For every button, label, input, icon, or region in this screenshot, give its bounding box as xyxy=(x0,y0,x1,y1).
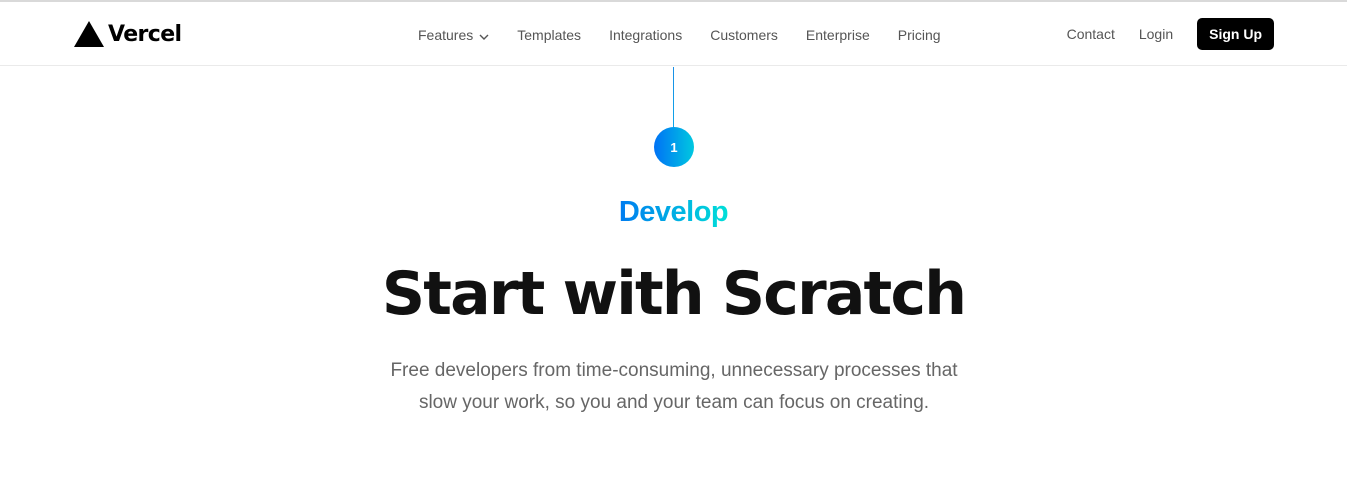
hero-description: Free developers from time-consuming, unn… xyxy=(374,355,974,419)
triangle-logo-icon xyxy=(74,21,104,47)
hero-description-line-1: Free developers from time-consuming, unn… xyxy=(390,360,958,381)
hero-title: Start with Scratch xyxy=(381,259,967,329)
sign-up-button[interactable]: Sign Up xyxy=(1197,18,1274,50)
section-eyebrow: Develop xyxy=(0,196,1347,229)
section-eyebrow-text: Develop xyxy=(618,196,729,228)
nav-customers[interactable]: Customers xyxy=(710,27,778,43)
main-nav: Features Templates Integrations Customer… xyxy=(418,24,941,46)
step-connector-line xyxy=(673,67,674,129)
contact-link[interactable]: Contact xyxy=(1067,26,1115,42)
brand-logo[interactable]: Vercel xyxy=(74,18,182,50)
nav-templates[interactable]: Templates xyxy=(517,27,581,43)
chevron-down-icon xyxy=(479,27,489,43)
step-number-badge: 1 xyxy=(654,127,694,167)
nav-features-label: Features xyxy=(418,27,474,43)
nav-integrations[interactable]: Integrations xyxy=(609,27,682,43)
nav-pricing[interactable]: Pricing xyxy=(898,27,941,43)
nav-features[interactable]: Features xyxy=(418,27,489,43)
top-navbar: Vercel Features Templates Integrations C… xyxy=(0,2,1347,66)
nav-enterprise[interactable]: Enterprise xyxy=(806,27,870,43)
brand-name: Vercel xyxy=(108,21,182,47)
hero-description-line-2: slow your work, so you and your team can… xyxy=(418,392,930,413)
account-nav: Contact Login Sign Up xyxy=(1067,18,1274,50)
login-link[interactable]: Login xyxy=(1139,26,1173,42)
